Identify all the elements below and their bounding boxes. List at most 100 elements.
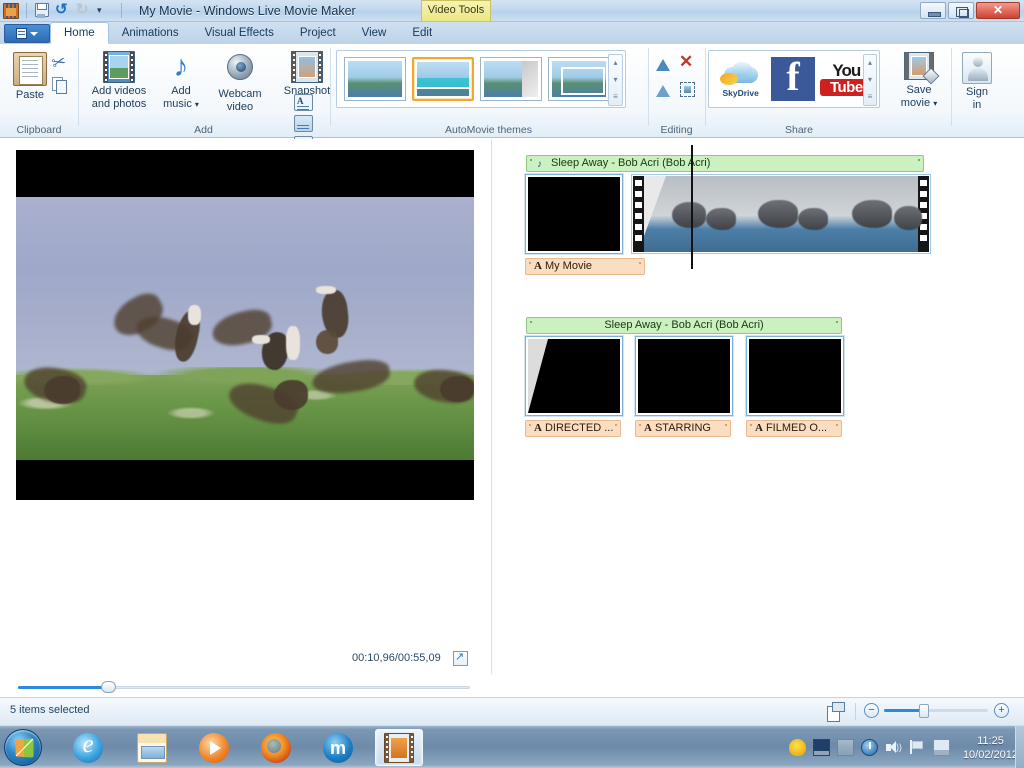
zoom-slider[interactable] (884, 704, 988, 718)
power-icon[interactable] (860, 739, 878, 756)
grip-handle[interactable] (918, 159, 920, 170)
grip-handle[interactable] (750, 424, 752, 435)
grip-handle[interactable] (530, 321, 532, 332)
restore-button[interactable] (948, 2, 974, 19)
tab-project[interactable]: Project (287, 23, 349, 44)
seek-bar[interactable] (18, 681, 470, 693)
ribbon: Paste ✂ Clipboard Add videos and photos … (0, 44, 1024, 153)
storyboard-clip-credits-filmed[interactable] (746, 336, 844, 416)
scroll-up-icon[interactable]: ▴ (868, 59, 872, 67)
clip-thumbnail (528, 177, 620, 251)
copy-button[interactable] (52, 77, 67, 98)
rotate-right-button[interactable] (655, 82, 672, 102)
grip-handle[interactable] (836, 321, 838, 332)
zoom-slider-thumb[interactable] (918, 704, 929, 718)
webcam-video-button[interactable]: Webcam video (207, 51, 273, 113)
add-videos-and-photos-button[interactable]: Add videos and photos (84, 51, 154, 110)
save-icon[interactable] (34, 2, 51, 19)
theme-item-fade[interactable] (548, 57, 610, 101)
zoom-in-button[interactable]: + (994, 703, 1009, 718)
clip-caption-directed[interactable]: A DIRECTED ... (525, 420, 621, 437)
taskbar-clock[interactable]: 11:25 10/02/2012 (963, 734, 1018, 762)
flag-action-center-icon[interactable] (909, 739, 926, 756)
cut-button[interactable]: ✂ (50, 51, 69, 73)
taskbar-internet-explorer[interactable] (64, 729, 112, 766)
facebook-button[interactable]: f (770, 57, 815, 101)
storyboard-clip-credits-directed[interactable] (525, 336, 623, 416)
contextual-tab-video-tools[interactable]: Video Tools (421, 0, 491, 21)
scroll-down-icon[interactable]: ▾ (868, 75, 872, 84)
select-all-button[interactable] (680, 82, 695, 102)
tab-home[interactable]: Home (50, 22, 109, 44)
status-bar: 5 items selected − + (0, 697, 1024, 725)
zoom-out-button[interactable]: − (864, 703, 879, 718)
customize-qat-icon[interactable]: ▾ (97, 2, 114, 19)
minimize-button[interactable] (920, 2, 946, 19)
hardware-icon[interactable] (836, 739, 854, 756)
grip-handle[interactable] (639, 262, 641, 273)
add-music-button[interactable]: ♪ Add music ▾ (157, 51, 205, 111)
splitter[interactable] (491, 139, 492, 674)
playhead-indicator[interactable] (691, 145, 693, 269)
scroll-up-icon[interactable]: ▴ (613, 59, 617, 67)
grip-handle[interactable] (725, 424, 727, 435)
start-button[interactable] (4, 729, 42, 766)
grip-handle[interactable] (529, 424, 531, 435)
close-button[interactable]: ✕ (976, 2, 1020, 19)
rotate-left-button[interactable] (655, 56, 672, 76)
internet-explorer-icon (73, 731, 103, 763)
grip-handle[interactable] (639, 424, 641, 435)
seek-thumb[interactable] (101, 681, 117, 693)
scroll-down-icon[interactable]: ▾ (613, 75, 617, 84)
themes-scrollbar[interactable]: ▴ ▾ ≡ (608, 54, 623, 106)
volume-icon[interactable]: )) (885, 739, 902, 756)
more-themes-icon[interactable]: ≡ (613, 92, 618, 101)
antivirus-icon[interactable] (788, 739, 806, 756)
taskbar-maxthon[interactable] (314, 729, 362, 766)
taskbar-firefox[interactable] (252, 729, 300, 766)
title-text-button[interactable]: A (294, 94, 313, 111)
grip-handle[interactable] (529, 262, 531, 273)
tab-edit[interactable]: Edit (399, 23, 445, 44)
preview-monitor[interactable] (16, 150, 474, 500)
theme-item-default[interactable] (344, 57, 406, 101)
music-track-row-2[interactable]: Sleep Away - Bob Acri (Bob Acri) (526, 317, 842, 334)
clip-caption-starring[interactable]: A STARRING (635, 420, 731, 437)
taskbar-windows-explorer[interactable] (128, 729, 176, 766)
theme-item-contemporary[interactable] (412, 57, 474, 101)
sign-in-button[interactable]: Sign in (954, 52, 1000, 111)
grip-handle[interactable] (615, 424, 617, 435)
chevron-down-icon: ▾ (933, 98, 938, 108)
skydrive-button[interactable]: SkyDrive (716, 61, 766, 98)
storyboard-clip-video[interactable] (631, 174, 931, 254)
remove-button[interactable]: ✕ (679, 53, 693, 72)
save-movie-button[interactable]: Save movie ▾ (892, 52, 946, 110)
grip-handle[interactable] (530, 159, 532, 170)
network-icon[interactable] (932, 739, 950, 756)
divider (121, 3, 122, 18)
clip-caption-my-movie[interactable]: A My Movie (525, 258, 645, 275)
storyboard-clip-credits-starring[interactable] (635, 336, 733, 416)
share-scrollbar[interactable]: ▴ ▾ ≡ (863, 54, 877, 106)
file-menu-button[interactable] (4, 24, 50, 43)
taskbar-windows-media-player[interactable] (190, 729, 238, 766)
show-desktop-button[interactable] (1015, 726, 1024, 768)
grip-handle[interactable] (836, 424, 838, 435)
network-monitor-icon[interactable] (812, 739, 830, 756)
tab-visual-effects[interactable]: Visual Effects (192, 23, 287, 44)
movie-maker-icon[interactable] (3, 2, 19, 19)
undo-icon[interactable]: ↺ (55, 2, 72, 19)
tab-animations[interactable]: Animations (109, 23, 192, 44)
storyboard-clip-title[interactable] (525, 174, 623, 254)
movie-maker-window: ↺ ↻ ▾ My Movie - Windows Live Movie Make… (0, 0, 1024, 768)
taskbar-movie-maker[interactable] (375, 729, 423, 766)
more-share-icon[interactable]: ≡ (868, 92, 873, 101)
clip-caption-filmed[interactable]: A FILMED O... (746, 420, 842, 437)
theme-item-cinematic[interactable] (480, 57, 542, 101)
tab-view[interactable]: View (349, 23, 400, 44)
thumbnail-view-icon[interactable] (827, 702, 845, 722)
music-track-row-1[interactable]: ♪ Sleep Away - Bob Acri (Bob Acri) (526, 155, 924, 172)
storyboard[interactable]: ♪ Sleep Away - Bob Acri (Bob Acri) A My M… (500, 139, 1024, 674)
paste-button[interactable]: Paste (8, 52, 52, 102)
fullscreen-icon[interactable] (453, 650, 468, 666)
